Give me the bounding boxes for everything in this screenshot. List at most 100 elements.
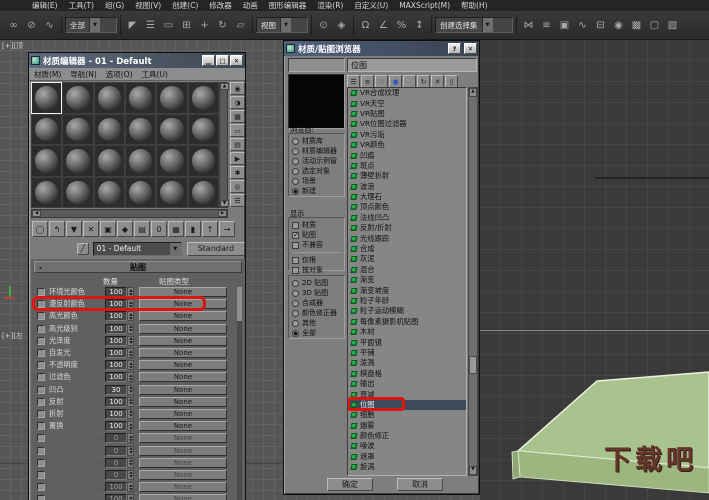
scroll-down-icon[interactable]: ▼ xyxy=(469,466,477,475)
map-type-list-item[interactable]: 顶点颜色 xyxy=(348,202,466,212)
selection-filter-dropdown[interactable]: 全部▼ xyxy=(65,17,117,33)
map-amount-field[interactable]: 100 xyxy=(105,287,127,297)
show-checkbox-option[interactable]: 仅根 xyxy=(292,255,344,265)
show-end-result-icon[interactable]: ▮ xyxy=(185,221,201,237)
map-enable-checkbox[interactable] xyxy=(37,361,45,369)
map-category-option[interactable]: 全部 xyxy=(292,328,344,338)
chevron-down-icon[interactable]: ▼ xyxy=(170,243,181,255)
editor-menu-item[interactable]: 材质(M) xyxy=(34,69,61,80)
map-amount-field[interactable]: 0 xyxy=(105,458,127,468)
material-name-dropdown[interactable]: 01 - Default ▼ xyxy=(93,242,182,256)
map-type-button[interactable]: None xyxy=(139,348,227,358)
map-amount-field[interactable]: 30 xyxy=(105,385,127,395)
sample-type-icon[interactable]: ◉ xyxy=(230,82,245,95)
options-icon[interactable]: ✱ xyxy=(230,166,245,179)
map-type-list-item[interactable]: 凹痕 xyxy=(348,150,466,160)
sample-slot[interactable] xyxy=(62,114,93,146)
backlight-icon[interactable]: ◑ xyxy=(230,96,245,109)
material-map-navigator-icon[interactable]: ☰ xyxy=(230,194,245,207)
sample-horizontal-scrollbar[interactable]: ◀ ▶ xyxy=(31,209,228,218)
map-type-list-item[interactable]: VR天空 xyxy=(348,98,466,108)
map-amount-field[interactable]: 100 xyxy=(105,360,127,370)
help-button[interactable]: ? xyxy=(448,43,461,54)
put-to-library-icon[interactable]: ▤ xyxy=(134,221,150,237)
menu-item[interactable]: MAXScript(M) xyxy=(399,1,450,10)
map-type-list-item[interactable]: 法线凹凸 xyxy=(348,213,466,223)
map-enable-checkbox[interactable] xyxy=(37,288,45,296)
map-enable-checkbox[interactable] xyxy=(37,495,45,500)
map-enable-checkbox[interactable] xyxy=(37,386,45,394)
map-amount-field[interactable]: 100 xyxy=(105,494,127,500)
map-type-button[interactable]: None xyxy=(139,385,227,395)
snaps-toggle-icon[interactable]: Ω xyxy=(357,15,374,35)
sample-slot[interactable] xyxy=(156,145,187,177)
make-material-copy-icon[interactable]: ▣ xyxy=(100,221,116,237)
select-and-move-icon[interactable]: + xyxy=(196,15,213,35)
angle-snap-icon[interactable]: ∠ xyxy=(375,15,392,35)
map-type-list-item[interactable]: 大理石 xyxy=(348,192,466,202)
align-icon[interactable]: ≡ xyxy=(538,15,555,35)
use-pivot-point-icon[interactable]: ⊙ xyxy=(315,15,332,35)
map-type-list-item[interactable]: 渐变坡度 xyxy=(348,285,466,295)
amount-spinner[interactable] xyxy=(127,482,134,492)
map-type-list-item[interactable]: 细胞 xyxy=(348,410,466,420)
map-type-button[interactable]: None xyxy=(139,299,227,309)
menu-item[interactable]: 组(G) xyxy=(105,0,124,11)
bind-to-space-warp-icon[interactable]: ∿ xyxy=(41,15,58,35)
map-type-button[interactable]: None xyxy=(139,446,227,456)
sample-slot[interactable] xyxy=(94,114,125,146)
schematic-view-icon[interactable]: ⊟ xyxy=(592,15,609,35)
window-crossing-icon[interactable]: ⊞ xyxy=(178,15,195,35)
map-type-button[interactable]: None xyxy=(139,397,227,407)
map-amount-field[interactable]: 100 xyxy=(105,336,127,346)
scrollbar-thumb[interactable] xyxy=(469,356,477,374)
map-type-list-item[interactable]: 光线跟踪 xyxy=(348,233,466,243)
map-type-list-item[interactable]: 波浪 xyxy=(348,182,466,192)
map-category-option[interactable]: 2D 贴图 xyxy=(292,278,344,288)
sample-slot[interactable] xyxy=(94,145,125,177)
map-enable-checkbox[interactable] xyxy=(37,447,45,455)
menu-item[interactable]: 编辑(E) xyxy=(32,0,58,11)
amount-spinner[interactable] xyxy=(127,421,134,431)
scroll-down-icon[interactable]: ▼ xyxy=(220,200,229,207)
browse-from-option[interactable]: 场景 xyxy=(292,176,344,186)
map-type-list-item[interactable]: 混合 xyxy=(348,265,466,275)
amount-spinner[interactable] xyxy=(127,458,134,468)
menu-item[interactable]: 工具(T) xyxy=(69,0,94,11)
viewport-label-top[interactable]: [+][顶 xyxy=(2,41,23,51)
map-enable-checkbox[interactable] xyxy=(37,398,45,406)
menu-item[interactable]: 图形编辑器 xyxy=(269,0,307,11)
menu-item[interactable]: 修改器 xyxy=(209,0,232,11)
select-by-material-icon[interactable]: ◎ xyxy=(230,180,245,193)
select-and-rotate-icon[interactable]: ↻ xyxy=(214,15,231,35)
map-type-list-item[interactable]: 烟雾 xyxy=(348,421,466,431)
sample-vertical-scrollbar[interactable]: ▲ ▼ xyxy=(219,82,228,208)
assign-material-to-selection-icon[interactable]: ▼ xyxy=(66,221,82,237)
map-enable-checkbox[interactable] xyxy=(37,325,45,333)
make-unique-icon[interactable]: ◆ xyxy=(117,221,133,237)
amount-spinner[interactable] xyxy=(127,336,134,346)
map-type-list-item[interactable]: 木材 xyxy=(348,327,466,337)
map-amount-field[interactable]: 0 xyxy=(105,470,127,480)
sample-slot[interactable] xyxy=(31,114,62,146)
map-type-list-item[interactable]: 输出 xyxy=(348,379,466,389)
amount-spinner[interactable] xyxy=(127,397,134,407)
rectangular-selection-region-icon[interactable]: ▭ xyxy=(160,15,177,35)
amount-spinner[interactable] xyxy=(127,324,134,334)
map-category-option[interactable]: 其他 xyxy=(292,318,344,328)
reset-map-icon[interactable]: ✕ xyxy=(83,221,99,237)
map-amount-field[interactable]: 100 xyxy=(105,372,127,382)
sample-slot[interactable] xyxy=(94,177,125,209)
map-type-list-item[interactable]: 平面镜 xyxy=(348,337,466,347)
map-category-option[interactable]: 颜色修正器 xyxy=(292,308,344,318)
viewport-label-left[interactable]: [+][左 xyxy=(2,331,23,341)
map-type-list-item[interactable]: 遮罩 xyxy=(348,452,466,462)
map-type-list-item[interactable]: 灰泥 xyxy=(348,254,466,264)
layer-manager-icon[interactable]: ▣ xyxy=(556,15,573,35)
map-type-list-item[interactable]: 粒子运动模糊 xyxy=(348,306,466,316)
map-type-button[interactable]: None xyxy=(139,470,227,480)
editor-menu-item[interactable]: 导航(N) xyxy=(70,69,96,80)
browse-from-option[interactable]: 材质编辑器 xyxy=(292,146,344,156)
scroll-up-icon[interactable]: ▲ xyxy=(469,88,477,97)
map-type-list-item[interactable]: 旋涡 xyxy=(348,462,466,472)
